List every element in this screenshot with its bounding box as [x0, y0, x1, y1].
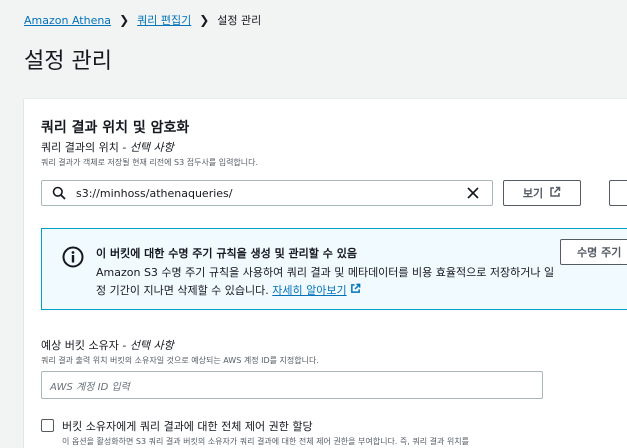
bucket-owner-description: 쿼리 결과 출력 위치 버킷의 소유자일 것으로 예상되는 AWS 계정 ID를… — [41, 356, 319, 365]
breadcrumb: Amazon Athena ❯ 쿼리 편집기 ❯ 설정 관리 — [24, 12, 261, 28]
location-label: 쿼리 결과의 위치 - 선택 사항 — [41, 141, 174, 154]
info-alert-body: Amazon S3 수명 주기 규칙을 사용하여 쿼리 결과 및 메타데이터를 … — [96, 266, 555, 297]
info-alert-title: 이 버킷에 대한 수명 주기 규칙을 생성 및 관리할 수 있음 — [96, 247, 357, 260]
info-icon — [62, 246, 84, 268]
breadcrumb-current: 설정 관리 — [217, 14, 262, 27]
lifecycle-button[interactable]: 수명 주기 — [560, 239, 627, 265]
full-control-label: 버킷 소유자에게 쿼리 결과에 대한 전체 제어 권한 할당 — [62, 420, 313, 433]
browse-s3-button[interactable] — [609, 180, 627, 206]
location-description: 쿼리 결과가 객체로 저장될 현재 리전에 S3 접두사를 입력합니다. — [41, 158, 259, 167]
search-icon — [48, 182, 70, 204]
external-link-icon — [350, 283, 361, 297]
s3-location-value: s3://minhoss/athenaqueries/ — [76, 186, 233, 200]
chevron-right-icon: ❯ — [199, 13, 210, 27]
breadcrumb-link-athena[interactable]: Amazon Athena — [24, 14, 111, 27]
page-title: 설정 관리 — [24, 49, 112, 74]
s3-location-input[interactable]: s3://minhoss/athenaqueries/ — [41, 180, 493, 206]
section-title: 쿼리 결과 위치 및 암호화 — [41, 120, 190, 136]
bucket-owner-label: 예상 버킷 소유자 - 선택 사항 — [41, 339, 174, 352]
full-control-description: 이 옵션을 활성화하면 S3 쿼리 결과 버킷의 소유자가 쿼리 결과에 대한 … — [62, 437, 469, 446]
account-id-input[interactable]: AWS 계정 ID 입력 — [41, 371, 543, 399]
chevron-right-icon: ❯ — [119, 13, 130, 27]
view-button[interactable]: 보기 — [503, 180, 581, 206]
view-button-label: 보기 — [522, 187, 544, 200]
full-control-checkbox[interactable] — [41, 419, 54, 432]
external-link-icon — [549, 186, 561, 201]
clear-icon[interactable] — [462, 182, 484, 204]
learn-more-link[interactable]: 자세히 알아보기 — [272, 284, 346, 297]
breadcrumb-link-query-editor[interactable]: 쿼리 편집기 — [137, 12, 191, 28]
